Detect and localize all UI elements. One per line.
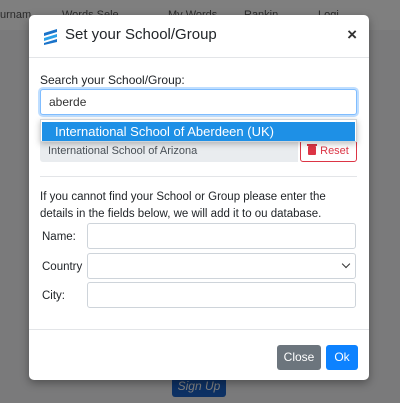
name-label: Name: bbox=[42, 231, 76, 243]
section-divider bbox=[40, 176, 357, 177]
chevron-down-icon bbox=[341, 259, 351, 269]
autocomplete-dropdown: International School of Aberdeen (UK) bbox=[40, 119, 357, 142]
selected-school-field: International School of Arizona bbox=[40, 140, 298, 162]
city-label: City: bbox=[42, 290, 65, 302]
modal-footer: Close Ok bbox=[29, 329, 369, 380]
country-label: Country bbox=[42, 261, 83, 273]
close-button[interactable]: Close bbox=[277, 345, 321, 370]
ok-button[interactable]: Ok bbox=[326, 345, 358, 370]
name-field[interactable] bbox=[87, 223, 356, 249]
reset-label: Reset bbox=[320, 145, 349, 157]
reset-button[interactable]: Reset bbox=[300, 140, 357, 162]
close-icon[interactable]: × bbox=[347, 26, 357, 43]
dropdown-item-aberdeen[interactable]: International School of Aberdeen (UK) bbox=[42, 122, 355, 141]
search-label: Search your School/Group: bbox=[40, 73, 185, 87]
country-select[interactable] bbox=[87, 253, 356, 279]
city-field[interactable] bbox=[87, 282, 356, 308]
trash-icon bbox=[307, 144, 318, 155]
set-school-modal: Set your School/Group × Search your Scho… bbox=[29, 15, 369, 380]
search-input[interactable] bbox=[40, 89, 357, 115]
school-logo-icon bbox=[44, 29, 57, 45]
modal-title: Set your School/Group bbox=[65, 26, 217, 43]
info-text: If you cannot find your School or Group … bbox=[40, 191, 326, 220]
modal-header: Set your School/Group × bbox=[29, 15, 369, 58]
